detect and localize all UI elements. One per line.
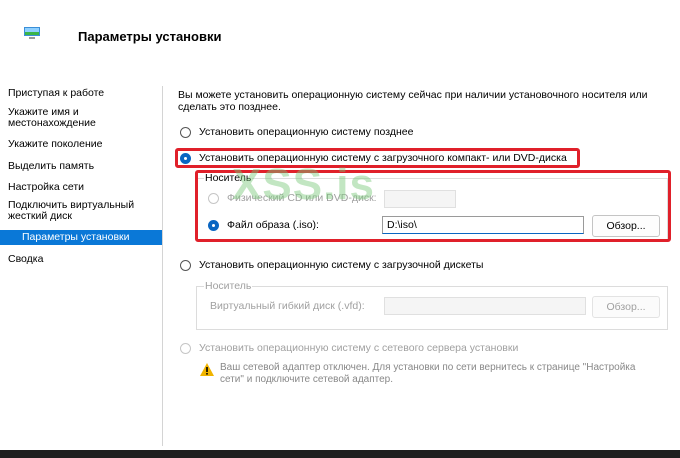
physical-drive-radio — [208, 192, 219, 204]
floppy-disk-label: Виртуальный гибкий диск (.vfd): — [210, 300, 365, 312]
physical-drive-label: Физический CD или DVD-диск: — [227, 192, 377, 204]
sidebar-divider — [162, 86, 163, 446]
physical-drive-select — [384, 190, 456, 208]
bottom-bar — [0, 450, 680, 458]
description-text: Вы можете установить операционную систем… — [178, 89, 648, 113]
sidebar-item-virtual-disk[interactable]: Подключить виртуальный жесткий диск — [0, 200, 150, 222]
warning-icon — [200, 363, 214, 376]
install-floppy-radio[interactable] — [180, 259, 191, 271]
install-floppy-label: Установить операционную систему с загруз… — [199, 259, 484, 271]
virtual-machine-icon — [24, 27, 40, 39]
install-network-radio — [180, 342, 191, 354]
image-file-radio[interactable] — [208, 219, 219, 231]
sidebar-item-memory[interactable]: Выделить память — [0, 161, 162, 172]
floppy-media-group-label: Носитель — [204, 280, 253, 292]
image-file-option[interactable]: Файл образа (.iso): — [208, 219, 319, 231]
floppy-path-input — [384, 297, 586, 315]
install-later-radio[interactable] — [180, 126, 191, 138]
sidebar-item-name-location[interactable]: Укажите имя и местонахождение — [0, 107, 130, 129]
browse-floppy-button: Обзор... — [592, 296, 660, 318]
physical-drive-option: Физический CD или DVD-диск: — [208, 192, 377, 204]
install-dvd-label: Установить операционную систему с загруз… — [199, 152, 567, 164]
install-dvd-radio[interactable] — [180, 152, 191, 164]
install-network-option: Установить операционную систему с сетево… — [180, 342, 518, 354]
browse-iso-button[interactable]: Обзор... — [592, 215, 660, 237]
wizard-header: Параметры установки — [0, 0, 680, 68]
install-later-label: Установить операционную систему позднее — [199, 126, 414, 138]
sidebar-item-network[interactable]: Настройка сети — [0, 182, 162, 193]
sidebar-item-installation-options[interactable]: Параметры установки — [0, 230, 162, 245]
sidebar-item-before-you-begin[interactable]: Приступая к работе — [0, 88, 162, 99]
install-later-option[interactable]: Установить операционную систему позднее — [180, 126, 413, 138]
network-warning-text: Ваш сетевой адаптер отключен. Для устано… — [220, 362, 636, 385]
install-network-label: Установить операционную систему с сетево… — [199, 342, 519, 354]
install-floppy-option[interactable]: Установить операционную систему с загруз… — [180, 259, 483, 271]
wizard-steps-sidebar: Приступая к работе Укажите имя и местона… — [0, 86, 162, 446]
sidebar-item-generation[interactable]: Укажите поколение — [0, 139, 162, 150]
page-title: Параметры установки — [78, 29, 222, 44]
image-file-label: Файл образа (.iso): — [227, 219, 319, 231]
install-dvd-option[interactable]: Установить операционную систему с загруз… — [180, 152, 567, 164]
sidebar-item-summary[interactable]: Сводка — [0, 254, 162, 265]
image-file-path-input[interactable]: D:\iso\ — [382, 216, 584, 234]
